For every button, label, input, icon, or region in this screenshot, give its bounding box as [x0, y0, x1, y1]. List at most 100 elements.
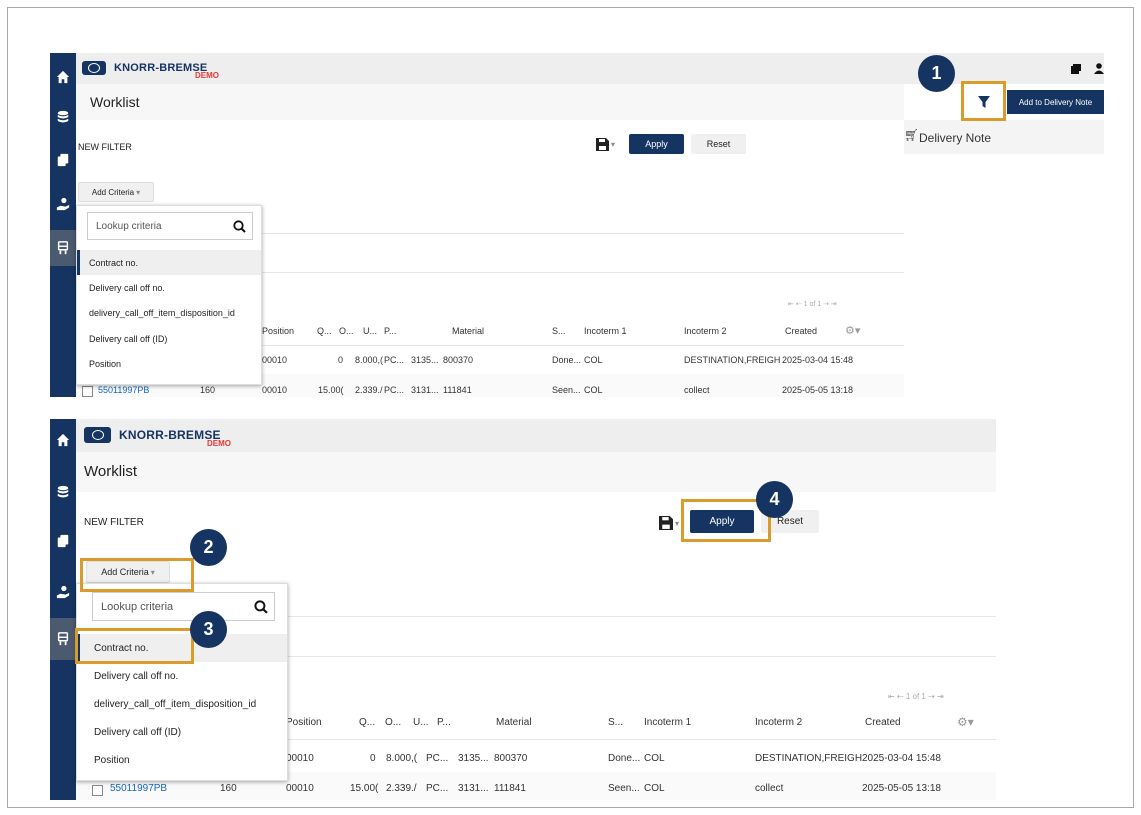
col-incoterm2[interactable]: Incoterm 2	[684, 326, 727, 336]
lookup-criteria-field[interactable]	[87, 212, 253, 240]
cell-u: PC...	[384, 385, 405, 395]
col-status[interactable]: S...	[608, 717, 623, 728]
criteria-item-contract-no[interactable]: Contract no.	[77, 250, 261, 275]
truck-icon[interactable]	[50, 230, 76, 266]
col-incoterm1[interactable]: Incoterm 1	[644, 717, 691, 728]
divider	[288, 656, 996, 657]
pager[interactable]: ⇤ ⇠ 1 of 1 ⇢ ⇥	[888, 692, 944, 701]
divider	[288, 616, 996, 617]
brand-name: KNORR-BREMSE	[114, 62, 208, 74]
save-filter-icon[interactable]: ▾	[596, 138, 615, 151]
search-icon[interactable]	[254, 599, 268, 614]
page-title: Worklist	[84, 463, 138, 480]
cell-qty: 0	[370, 753, 376, 764]
chevron-down-icon: ▾	[136, 187, 141, 197]
table-settings-gear-icon[interactable]: ⚙▾	[957, 715, 974, 729]
lookup-criteria-field[interactable]	[92, 592, 275, 621]
delivery-note-header: 🛒︎ Delivery Note	[904, 120, 1104, 154]
cell-num: 160	[220, 783, 237, 794]
database-icon[interactable]	[50, 101, 76, 133]
documents-icon[interactable]	[50, 144, 76, 176]
table-settings-gear-icon[interactable]: ⚙▾	[845, 324, 860, 337]
new-filter-label: NEW FILTER	[84, 517, 144, 528]
row-checkbox[interactable]	[92, 785, 103, 796]
cell-num: 160	[200, 385, 216, 395]
col-quantity[interactable]: Q...	[359, 717, 375, 728]
support-hand-icon[interactable]	[50, 188, 76, 220]
col-created[interactable]: Created	[865, 717, 901, 728]
criteria-item-delivery-call-off-id[interactable]: Delivery call off (ID)	[77, 326, 261, 351]
truck-icon[interactable]	[50, 618, 76, 660]
user-icon[interactable]	[1094, 63, 1104, 74]
cell-material: 111841	[494, 783, 526, 794]
add-criteria-button[interactable]: Add Criteria ▾	[78, 182, 154, 202]
database-icon[interactable]	[50, 476, 76, 508]
home-icon[interactable]	[50, 61, 76, 93]
cell-p: 3131...	[458, 783, 489, 794]
col-quantity[interactable]: Q...	[317, 326, 332, 336]
cell-created: 2025-03-04 15:48	[782, 355, 854, 365]
criteria-item-delivery-call-off-no[interactable]: Delivery call off no.	[77, 275, 261, 300]
stack-icon[interactable]	[1071, 64, 1081, 74]
logo-badge-icon	[84, 427, 111, 443]
col-incoterm2[interactable]: Incoterm 2	[755, 717, 802, 728]
apply-button[interactable]: Apply	[629, 134, 684, 154]
sidebar	[50, 53, 76, 397]
divider	[262, 233, 904, 234]
criteria-item-disposition-id[interactable]: delivery_call_off_item_disposition_id	[77, 300, 261, 325]
cell-material: 800370	[443, 355, 474, 365]
lookup-criteria-input[interactable]	[93, 600, 254, 613]
cell-contract-link[interactable]: 55011997PB	[98, 385, 149, 395]
new-filter-label: NEW FILTER	[78, 142, 132, 152]
page-title: Worklist	[90, 94, 140, 110]
worklist-panel-bottom: KNORR-BREMSE DEMO Worklist NEW FILTER ▾ …	[50, 419, 996, 800]
logo-badge-icon	[82, 61, 106, 75]
search-icon[interactable]	[233, 219, 246, 233]
sidebar	[50, 419, 76, 800]
callout-badge-4: 4	[756, 481, 793, 518]
col-status[interactable]: S...	[552, 326, 566, 336]
cell-incoterm2: DESTINATION,FREIGH	[755, 753, 863, 764]
cell-qty: 15.00(	[350, 783, 379, 794]
documents-icon[interactable]	[50, 525, 76, 557]
cell-position: 00010	[262, 355, 288, 365]
highlight-filter-icon	[961, 81, 1006, 121]
col-o[interactable]: O...	[385, 717, 401, 728]
reset-button[interactable]: Reset	[691, 134, 746, 154]
col-created[interactable]: Created	[785, 326, 817, 336]
col-position[interactable]: Position	[262, 326, 294, 336]
home-icon[interactable]	[50, 424, 76, 456]
cell-o: 8.000,(	[355, 355, 384, 365]
criteria-item-position[interactable]: Position	[77, 351, 261, 376]
col-material[interactable]: Material	[452, 326, 484, 336]
cell-contract-link[interactable]: 55011997PB	[110, 783, 167, 794]
pager[interactable]: ⇤ ⇠ 1 of 1 ⇢ ⇥	[788, 300, 837, 308]
criteria-item-disposition-id[interactable]: delivery_call_off_item_disposition_id	[77, 690, 287, 718]
col-o[interactable]: O...	[339, 326, 354, 336]
cell-created: 2025-03-04 15:48	[862, 753, 941, 764]
criteria-item-delivery-call-off-id[interactable]: Delivery call off (ID)	[77, 718, 287, 746]
save-filter-icon[interactable]: ▾	[659, 516, 679, 530]
cell-incoterm1: COL	[584, 385, 603, 395]
cell-status: Done...	[608, 753, 641, 764]
criteria-item-position[interactable]: Position	[77, 746, 287, 774]
delivery-note-panel: Add to Delivery Note 🛒︎ Delivery Note	[904, 84, 1104, 397]
support-hand-icon[interactable]	[50, 576, 76, 608]
col-incoterm1[interactable]: Incoterm 1	[584, 326, 627, 336]
add-to-delivery-note-button[interactable]: Add to Delivery Note	[1007, 90, 1104, 114]
cell-qty: 15.00(	[318, 385, 344, 395]
divider	[262, 272, 904, 273]
row-checkbox[interactable]	[82, 386, 93, 397]
cell-status: Seen...	[552, 385, 581, 395]
lookup-criteria-input[interactable]	[88, 220, 233, 232]
col-unit[interactable]: U...	[363, 326, 377, 336]
cell-incoterm1: COL	[644, 753, 665, 764]
col-position[interactable]: Position	[286, 717, 322, 728]
col-material[interactable]: Material	[496, 717, 532, 728]
col-p[interactable]: P...	[384, 326, 396, 336]
col-unit[interactable]: U...	[413, 717, 429, 728]
criteria-item-delivery-call-off-no[interactable]: Delivery call off no.	[77, 662, 287, 690]
col-p[interactable]: P...	[437, 717, 451, 728]
brand-logo: KNORR-BREMSE DEMO	[84, 427, 231, 448]
delivery-note-label: Delivery Note	[919, 131, 992, 145]
